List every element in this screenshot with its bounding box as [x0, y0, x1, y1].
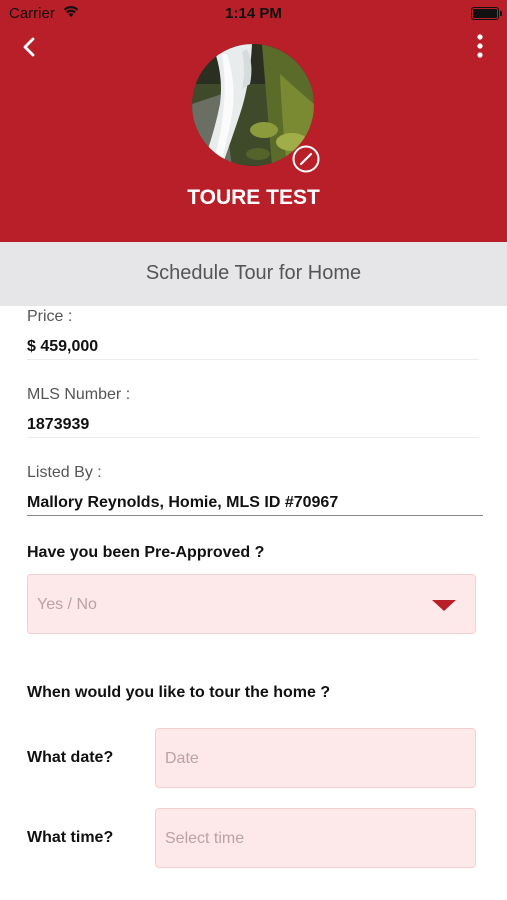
time-placeholder: Select time [165, 830, 245, 847]
listed-by-label: Listed By : [27, 464, 102, 481]
dropdown-caret-icon [432, 600, 456, 611]
date-label: What date? [27, 749, 114, 766]
preapproved-question: Have you been Pre-Approved ? [27, 544, 265, 561]
divider [27, 515, 483, 516]
preapproved-placeholder: Yes / No [37, 596, 97, 613]
price-value: $ 459,000 [27, 338, 99, 355]
tour-question: When would you like to tour the home ? [27, 684, 331, 701]
time-label: What time? [27, 829, 114, 846]
battery-icon [471, 7, 499, 20]
back-button[interactable] [14, 32, 46, 62]
mls-number-label: MLS Number : [27, 386, 131, 403]
page-title: Schedule Tour for Home [145, 262, 362, 284]
mls-number-value: 1873939 [27, 416, 90, 433]
status-bar: Carrier 1:14 PM [0, 0, 507, 28]
no-edit-icon [292, 145, 320, 173]
preapproved-select[interactable]: Yes / No [27, 574, 476, 634]
battery-tip [500, 11, 502, 16]
time-field[interactable]: Select time [155, 808, 476, 868]
chevron-left-icon [23, 37, 35, 57]
date-field[interactable]: Date [155, 728, 476, 788]
divider [27, 359, 479, 360]
divider [27, 437, 479, 438]
more-options-button[interactable] [468, 32, 492, 60]
listed-by-value: Mallory Reynolds, Homie, MLS ID #70967 [27, 494, 339, 511]
edit-photo-button[interactable] [291, 144, 321, 174]
price-label: Price : [27, 308, 73, 325]
profile-name: TOURE TEST [187, 186, 320, 209]
clock: 1:14 PM [225, 5, 282, 22]
date-placeholder: Date [165, 750, 199, 767]
more-vertical-icon [477, 34, 483, 58]
